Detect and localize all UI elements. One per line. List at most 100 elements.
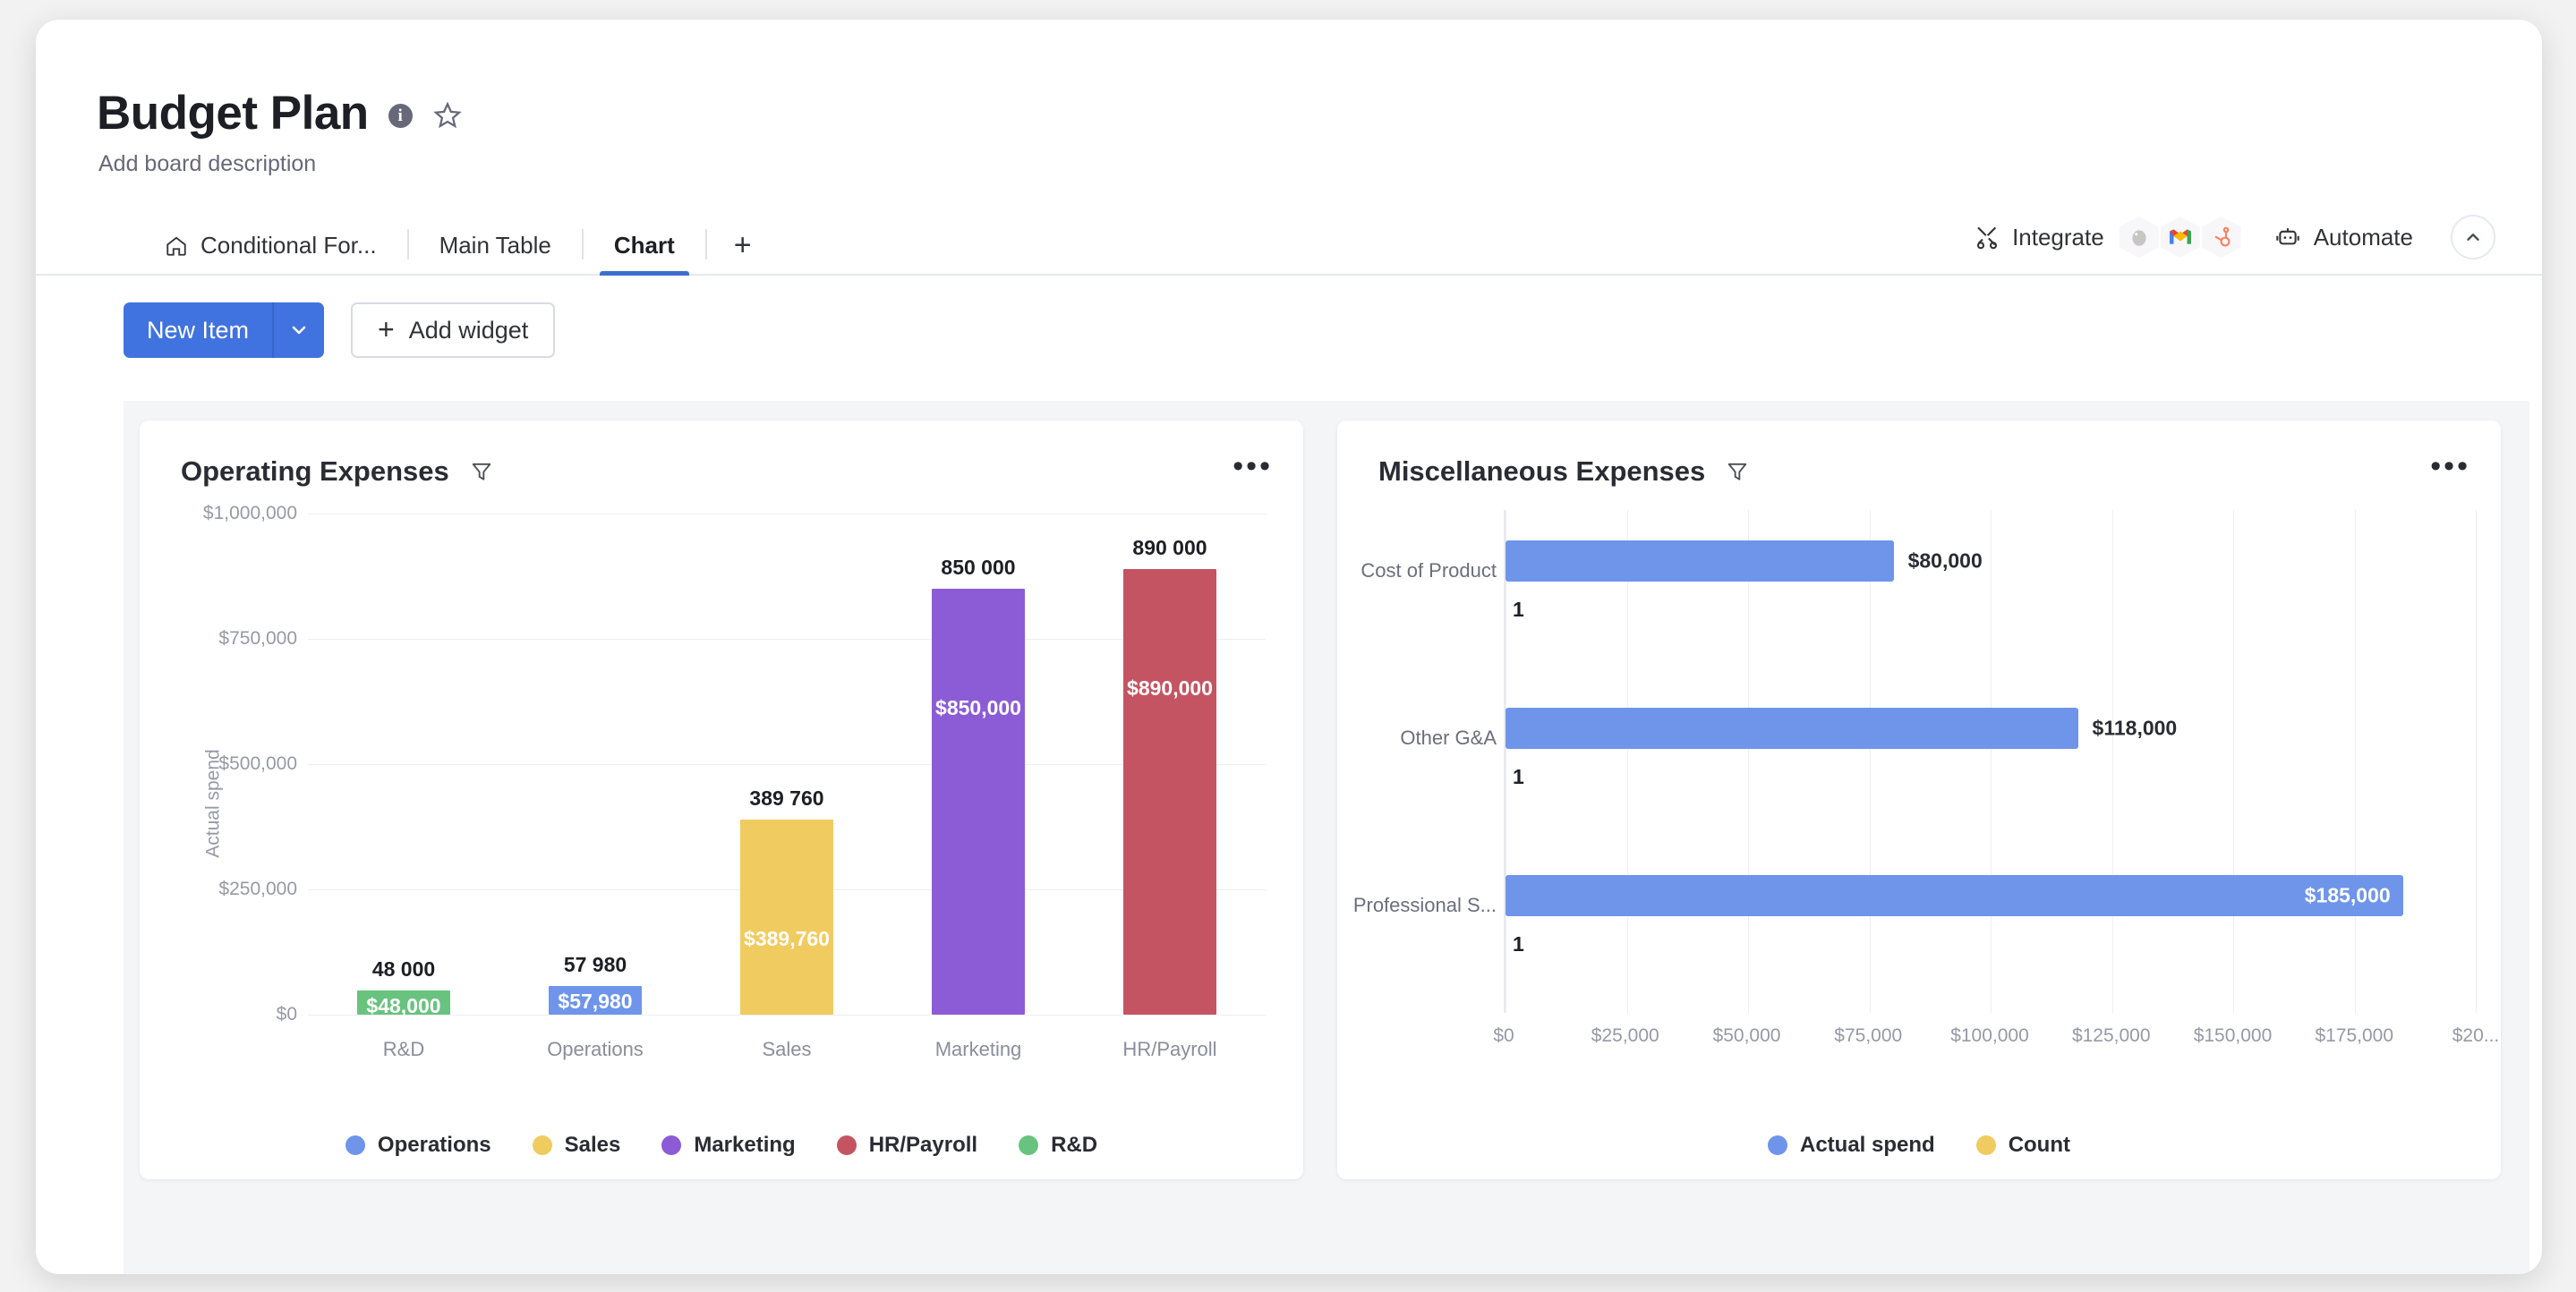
x-axis-category-label: Sales [762,1038,812,1060]
x-axis-category-label: HR/Payroll [1122,1038,1217,1060]
legend-item[interactable]: HR/Payroll [836,1133,978,1158]
legend-color-dot [532,1135,552,1155]
y-axis-tick-label: $0 [276,1004,297,1024]
board-description[interactable]: Add board description [36,137,2542,177]
legend-label: HR/Payroll [868,1133,978,1157]
info-icon[interactable]: i [388,104,413,128]
bar-group: 850 000 $850,000 Marketing [892,514,1065,1060]
gridline [1869,510,1871,1013]
page-title: Budget Plan [97,87,369,140]
board-tabs-bar: Conditional For... Main Table Chart + In… [36,215,2542,276]
legend-color-dot [1975,1135,1996,1155]
y-axis-category-label: Cost of Product [1361,558,1497,582]
x-axis-ticks: $0 $25,000 $50,000 $75,000 $100,000 $125,000 $… [1493,1025,2501,1052]
bar[interactable]: $850,000 [932,589,1025,1015]
robot-icon [2275,228,2299,245]
tab-chart[interactable]: Chart [584,232,705,276]
legend-color-dot [345,1135,365,1155]
bar-inner-label: $389,760 [744,926,830,950]
horizontal-bar-chart: Cost of Product Other G&A Professional S..… [1337,496,2501,1111]
legend-label: Count [2008,1133,2070,1157]
add-tab-button[interactable]: + [707,230,779,274]
chevron-up-icon [2467,234,2479,241]
gridline [2476,510,2477,1013]
legend-item[interactable]: Operations [345,1133,491,1158]
x-axis-category-label: Marketing [934,1038,1022,1060]
bar-group: 389 760 $389,760 Sales [701,514,874,1060]
tab-conditional-formatting[interactable]: Conditional For... [134,232,407,274]
bar[interactable]: $57,980 [549,985,642,1015]
gmail-icon[interactable] [2160,217,2200,258]
y-axis-category-label: Other G&A [1400,727,1497,750]
tabs-left-group: Conditional For... Main Table Chart + [36,229,779,276]
bar-inner-label: $850,000 [935,696,1021,719]
collapse-header-button[interactable] [2451,215,2495,259]
legend-color-dot [1019,1135,1039,1155]
more-options-icon[interactable]: ••• [2430,451,2470,485]
bar[interactable]: $118,000 [1506,708,2177,750]
new-item-button[interactable]: New Item [124,302,325,358]
bar-inner-label: $890,000 [1127,676,1213,700]
tab-label: Conditional For... [200,232,377,259]
legend-item[interactable]: Count [1975,1133,2070,1158]
bars-container: 48 000 $48,000 R&D 57 980 $57,980 Operations 3… [308,514,1266,1060]
legend-item[interactable]: R&D [1019,1133,1097,1158]
widget-grid: Operating Expenses ••• Actual spend $0 $2… [124,401,2529,1179]
screen-background: Budget Plan i Add board description Cond… [0,0,2576,1292]
widget-header: Operating Expenses ••• [140,421,1303,496]
legend-label: Marketing [694,1133,796,1157]
new-item-dropdown-button[interactable] [272,302,324,358]
favorite-star-icon[interactable] [432,100,463,131]
chevron-down-icon [292,326,306,335]
tab-main-table[interactable]: Main Table [409,232,582,274]
vertical-bar-chart: Actual spend $0 $250,000 $500,000 $750,000 $… [140,496,1303,1111]
y-axis-tick-label: $250,000 [218,879,297,899]
bar[interactable]: $80,000 [1506,540,1983,582]
widget-title: Operating Expenses [181,455,449,487]
x-axis-tick-label: $150,000 [2193,1025,2273,1046]
x-axis-tick-label: $100,000 [1950,1025,2029,1046]
more-options-icon[interactable]: ••• [1233,451,1273,485]
widget-miscellaneous-expenses: Miscellaneous Expenses ••• Cost of Produ… [1337,421,2501,1179]
bar-group: 890 000 $890,000 HR/Payroll [1084,514,1257,1060]
bar[interactable]: $389,760 [740,819,833,1015]
bar[interactable]: $185,000 [1506,875,2403,917]
funnel-icon[interactable] [1725,459,1750,484]
x-axis-category-label: R&D [382,1038,425,1060]
widget-title: Miscellaneous Expenses [1378,455,1706,487]
bar-value-label: 389 760 [749,786,824,810]
bar-value-label: 890 000 [1132,535,1207,559]
legend-item[interactable]: Sales [532,1133,620,1158]
x-axis-tick-label: $0 [1493,1025,1514,1046]
integrate-label: Integrate [2012,223,2104,251]
hubspot-icon[interactable] [2201,217,2241,258]
bar-inner-label: $57,980 [558,989,633,1013]
bar-value-label: $118,000 [2092,716,2178,740]
chart-legend: Actual spend Count [1337,1111,2501,1179]
y-axis-ticks: $0 $250,000 $500,000 $750,000 $1,000,000 [174,496,308,1111]
add-widget-button[interactable]: + Add widget [351,302,556,358]
integrate-button[interactable]: Integrate [1966,213,2248,261]
plus-icon: + [378,313,395,346]
app-window: Budget Plan i Add board description Cond… [36,20,2542,1274]
bar-value-label: $185,000 [2304,883,2391,907]
bar[interactable]: $890,000 [1123,568,1216,1015]
automate-button[interactable]: Automate [2266,220,2420,255]
dashboard-area: Operating Expenses ••• Actual spend $0 $2… [124,401,2529,1274]
bar-inner-label: $48,000 [366,994,441,1018]
funnel-icon[interactable] [469,459,494,484]
chart-legend: Operations Sales Marketing HR/Payroll R&D [140,1111,1303,1179]
plot-area: $80,000 1 $118,000 1 $185,000 1 [1504,510,2477,1013]
legend-item[interactable]: Actual spend [1767,1133,1935,1158]
bar-value-label: 850 000 [941,556,1016,579]
widget-operating-expenses: Operating Expenses ••• Actual spend $0 $2… [140,421,1303,1179]
home-icon [166,236,186,256]
legend-item[interactable]: Marketing [661,1133,796,1158]
gridline [2111,510,2113,1013]
new-item-label: New Item [147,316,250,344]
x-axis-category-label: Operations [547,1038,644,1060]
bar[interactable]: $48,000 [357,990,450,1018]
x-axis-tick-label: $20... [2452,1025,2500,1046]
mailchimp-icon[interactable] [2119,217,2159,258]
board-header: Budget Plan i Add board description [36,20,2542,177]
